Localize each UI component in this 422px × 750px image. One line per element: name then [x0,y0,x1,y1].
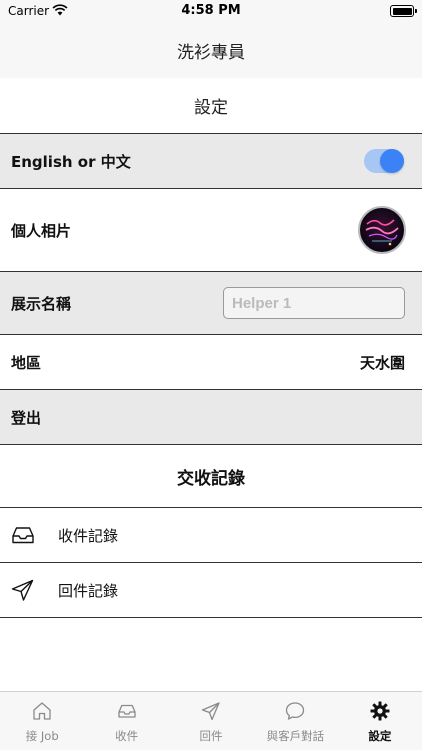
records-section-header: 交收記錄 [0,445,422,508]
received-records-item[interactable]: 收件記錄 [0,508,422,563]
tab-receive[interactable]: 收件 [84,692,168,750]
toggle-knob [380,149,404,173]
inbox-icon [117,704,136,718]
tab-receive-label: 收件 [115,729,139,743]
profile-photo-row[interactable]: 個人相片 [0,189,422,272]
paper-plane-icon [11,579,34,601]
nav-title: 洗衫專員 [177,43,245,63]
tab-jobs[interactable]: 接 Job [0,692,84,750]
tab-chat-label: 與客戶對話 [266,729,325,743]
battery-icon [390,5,417,17]
returned-records-label: 回件記錄 [58,581,119,600]
display-name-row: 展示名稱 [0,272,422,335]
display-name-label: 展示名稱 [11,294,72,313]
tab-jobs-label: 接 Job [25,729,59,743]
language-row: English or 中文 [0,134,422,189]
settings-section-header: 設定 [0,78,422,134]
status-bar: Carrier 4:58 PM [0,0,422,22]
navigation-bar: 洗衫專員 [0,22,422,78]
profile-photo-label: 個人相片 [11,221,72,240]
tab-settings[interactable]: 設定 [338,692,422,750]
tab-chat[interactable]: 與客戶對話 [253,692,337,750]
inbox-icon [12,527,34,544]
chat-icon [286,702,305,720]
language-toggle[interactable] [364,149,404,173]
avatar-image-icon [365,219,399,246]
region-value: 天水圍 [359,353,405,372]
display-name-input[interactable] [223,287,405,319]
language-label: English or 中文 [11,152,131,171]
region-label: 地區 [11,353,42,372]
gear-icon [370,701,390,721]
received-records-label: 收件記錄 [58,526,119,545]
tab-return[interactable]: 回件 [169,692,253,750]
tab-return-label: 回件 [199,729,223,743]
returned-records-item[interactable]: 回件記錄 [0,563,422,618]
tab-bar: 接 Job 收件 回件 與客戶對話 設定 [0,691,422,750]
logout-button[interactable]: 登出 [0,390,422,445]
tab-settings-label: 設定 [368,729,392,743]
home-icon [33,702,51,720]
paper-plane-icon [201,702,220,721]
avatar[interactable] [358,206,406,254]
logout-label: 登出 [11,408,42,427]
region-row[interactable]: 地區 天水圍 [0,335,422,390]
clock: 4:58 PM [181,3,241,18]
